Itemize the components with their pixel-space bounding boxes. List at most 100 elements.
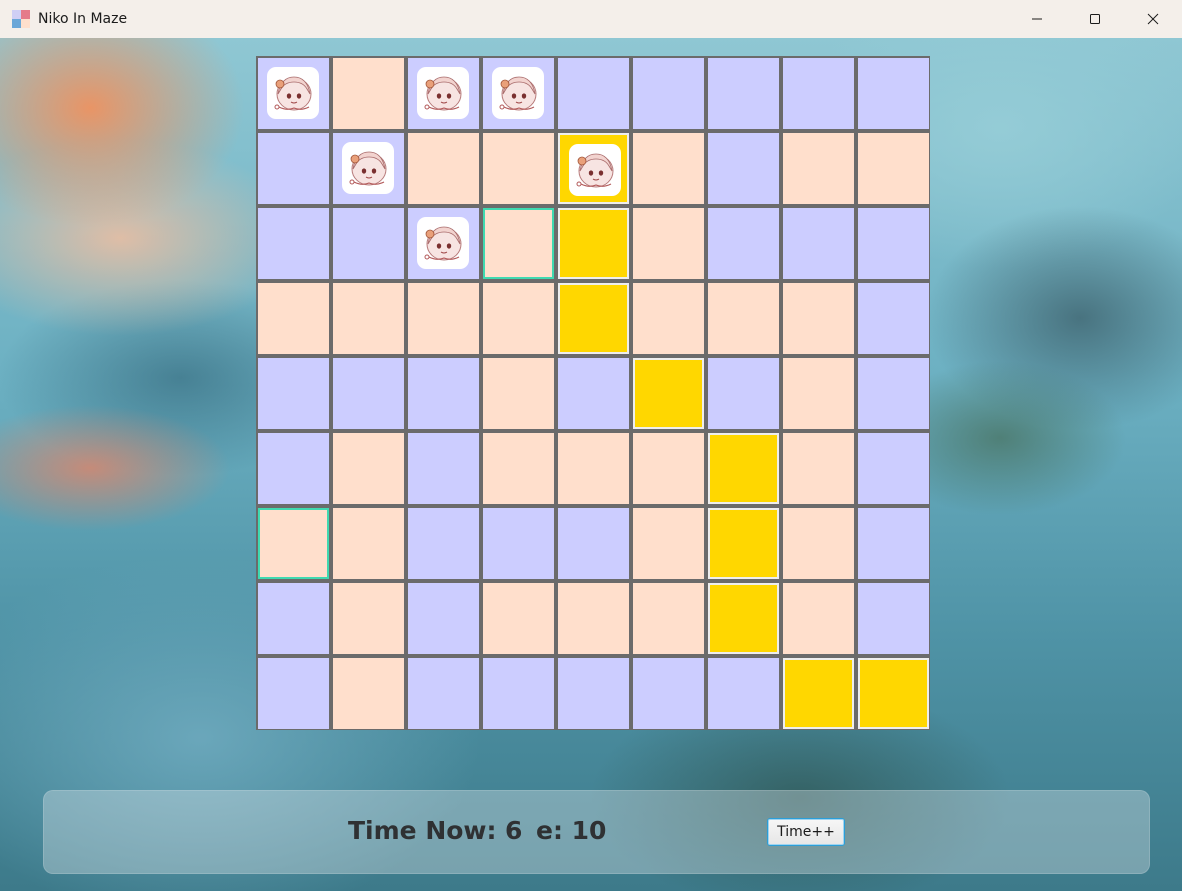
maze-cell[interactable]: [558, 58, 629, 129]
maze-cell[interactable]: [633, 658, 704, 729]
maze-cell[interactable]: [783, 58, 854, 129]
maze-cell[interactable]: [408, 358, 479, 429]
maze-cell[interactable]: [558, 658, 629, 729]
maze-cell[interactable]: [783, 583, 854, 654]
maze-cell[interactable]: [858, 358, 929, 429]
maze-cell[interactable]: [483, 433, 554, 504]
window-controls: [1008, 0, 1182, 38]
maze-cell[interactable]: [558, 358, 629, 429]
maze-cell[interactable]: [408, 508, 479, 579]
maze-cell[interactable]: [783, 433, 854, 504]
maze-cell[interactable]: [858, 583, 929, 654]
maze-cell[interactable]: [258, 358, 329, 429]
niko-character-icon: [417, 67, 469, 119]
time-label: Time Now:: [348, 816, 497, 845]
maze-cell[interactable]: [558, 583, 629, 654]
maze-cell[interactable]: [633, 283, 704, 354]
maze-cell[interactable]: [708, 58, 779, 129]
maze-cell[interactable]: [483, 208, 554, 279]
maze-cell[interactable]: [483, 58, 554, 129]
window-title: Niko In Maze: [38, 11, 128, 27]
maze-cell[interactable]: [633, 583, 704, 654]
maze-cell[interactable]: [333, 58, 404, 129]
title-bar: Niko In Maze: [0, 0, 1182, 39]
maze-cell[interactable]: [483, 133, 554, 204]
maze-cell[interactable]: [408, 658, 479, 729]
maze-cell[interactable]: [258, 283, 329, 354]
maze-cell[interactable]: [408, 58, 479, 129]
maze-cell[interactable]: [708, 658, 779, 729]
maze-cell[interactable]: [783, 658, 854, 729]
maze-cell[interactable]: [333, 433, 404, 504]
maze-cell[interactable]: [708, 583, 779, 654]
close-icon: [1147, 13, 1159, 25]
maze-cell[interactable]: [258, 433, 329, 504]
maze-cell[interactable]: [258, 658, 329, 729]
maze-cell[interactable]: [408, 208, 479, 279]
niko-character-icon: [417, 217, 469, 269]
maze-cell[interactable]: [708, 208, 779, 279]
maze-cell[interactable]: [483, 658, 554, 729]
maze-cell[interactable]: [633, 133, 704, 204]
maze-cell[interactable]: [858, 658, 929, 729]
maze-cell[interactable]: [408, 133, 479, 204]
maze-cell[interactable]: [633, 508, 704, 579]
minimize-icon: [1032, 18, 1042, 20]
maximize-button[interactable]: [1066, 0, 1124, 38]
close-button[interactable]: [1124, 0, 1182, 38]
maze-cell[interactable]: [858, 283, 929, 354]
maze-grid: [256, 56, 930, 730]
maze-cell[interactable]: [408, 583, 479, 654]
maze-cell[interactable]: [333, 358, 404, 429]
maze-cell[interactable]: [258, 508, 329, 579]
maze-cell[interactable]: [858, 58, 929, 129]
maze-cell[interactable]: [633, 208, 704, 279]
maze-cell[interactable]: [483, 358, 554, 429]
maze-cell[interactable]: [783, 208, 854, 279]
maze-cell[interactable]: [633, 358, 704, 429]
maze-cell[interactable]: [408, 283, 479, 354]
maze-cell[interactable]: [483, 283, 554, 354]
maze-cell[interactable]: [858, 508, 929, 579]
maze-cell[interactable]: [783, 133, 854, 204]
maze-cell[interactable]: [258, 58, 329, 129]
niko-character-icon: [342, 142, 394, 194]
maze-cell[interactable]: [708, 283, 779, 354]
maze-cell[interactable]: [858, 208, 929, 279]
maze-cell[interactable]: [858, 133, 929, 204]
time-value: 6: [505, 816, 523, 845]
maze-cell[interactable]: [708, 508, 779, 579]
maze-cell[interactable]: [558, 208, 629, 279]
maze-cell[interactable]: [783, 508, 854, 579]
maze-cell[interactable]: [483, 508, 554, 579]
maze-cell[interactable]: [783, 283, 854, 354]
maze-cell[interactable]: [708, 358, 779, 429]
maze-cell[interactable]: [258, 208, 329, 279]
maze-cell[interactable]: [333, 658, 404, 729]
maze-cell[interactable]: [258, 583, 329, 654]
maze-cell[interactable]: [783, 358, 854, 429]
energy-label: e: 10: [536, 816, 607, 845]
maze-cell[interactable]: [333, 208, 404, 279]
maze-cell[interactable]: [258, 133, 329, 204]
app-icon: [12, 10, 30, 28]
maze-cell[interactable]: [558, 508, 629, 579]
maze-cell[interactable]: [333, 283, 404, 354]
time-increment-button[interactable]: Time++: [767, 818, 845, 846]
maze-cell[interactable]: [558, 133, 629, 204]
niko-character-icon: [569, 144, 621, 196]
maze-cell[interactable]: [708, 433, 779, 504]
niko-character-icon: [492, 67, 544, 119]
maze-cell[interactable]: [333, 133, 404, 204]
minimize-button[interactable]: [1008, 0, 1066, 38]
maze-cell[interactable]: [633, 58, 704, 129]
maze-cell[interactable]: [333, 583, 404, 654]
maze-cell[interactable]: [333, 508, 404, 579]
maze-cell[interactable]: [633, 433, 704, 504]
maze-cell[interactable]: [483, 583, 554, 654]
maze-cell[interactable]: [408, 433, 479, 504]
maze-cell[interactable]: [708, 133, 779, 204]
maze-cell[interactable]: [558, 283, 629, 354]
maze-cell[interactable]: [858, 433, 929, 504]
maze-cell[interactable]: [558, 433, 629, 504]
